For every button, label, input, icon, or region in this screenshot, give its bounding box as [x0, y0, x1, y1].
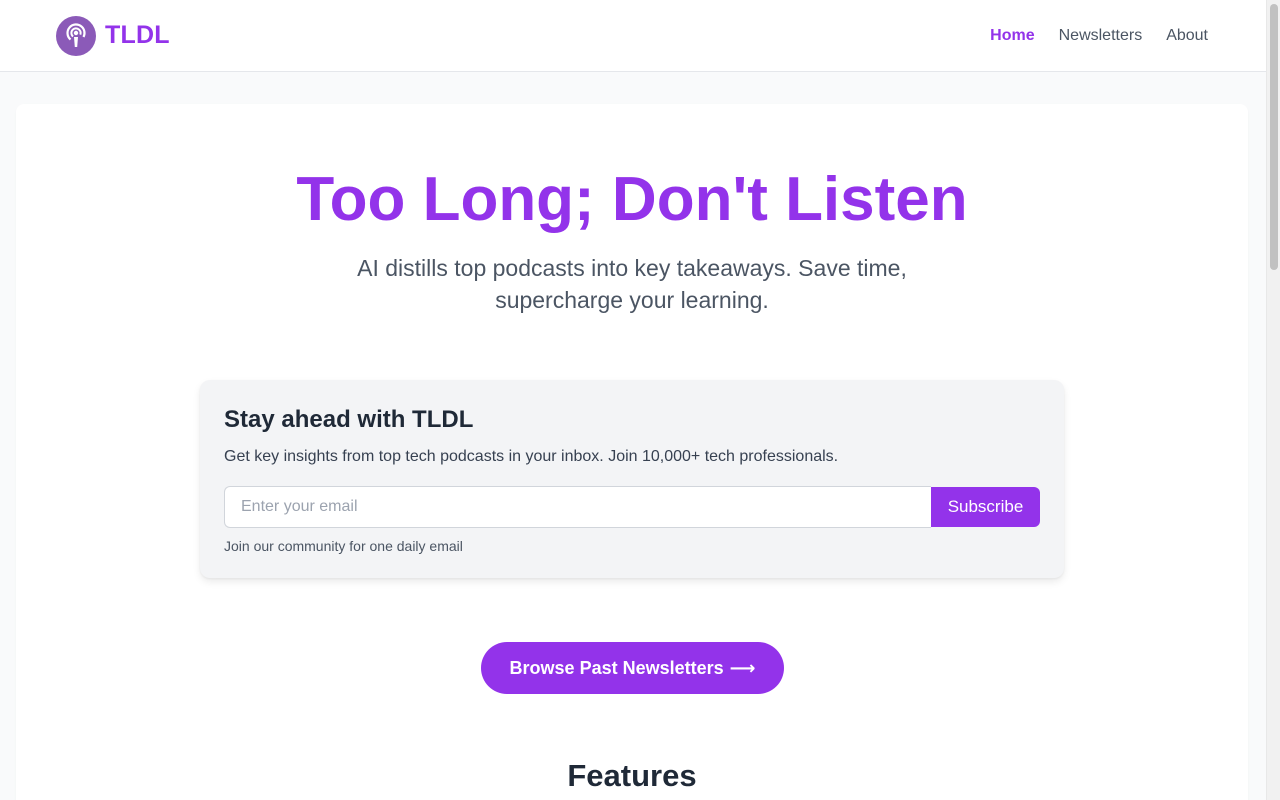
- main-nav: Home Newsletters About: [990, 27, 1208, 45]
- podcast-icon: [56, 15, 96, 56]
- nav-newsletters-link[interactable]: Newsletters: [1059, 27, 1143, 45]
- main-content: Too Long; Don't Listen AI distills top p…: [16, 104, 1248, 800]
- email-input[interactable]: [224, 486, 931, 528]
- nav-home-link[interactable]: Home: [990, 27, 1034, 45]
- browse-newsletters-button[interactable]: Browse Past Newsletters ⟶: [481, 642, 784, 694]
- subscribe-button[interactable]: Subscribe: [931, 487, 1040, 527]
- signup-form: Subscribe: [224, 486, 1040, 528]
- hero-subtitle-line-2: supercharge your learning.: [495, 287, 769, 313]
- page: TLDL Home Newsletters About Too Long; Do…: [0, 0, 1280, 800]
- nav-about-link[interactable]: About: [1166, 27, 1208, 45]
- hero-subtitle-line-1: AI distills top podcasts into key takeaw…: [357, 255, 907, 281]
- arrow-right-icon: ⟶: [729, 657, 756, 678]
- signup-description: Get key insights from top tech podcasts …: [224, 448, 839, 465]
- scrollbar-thumb[interactable]: [1270, 4, 1278, 270]
- brand[interactable]: TLDL: [56, 15, 170, 56]
- newsletter-signup-card: Stay ahead with TLDL Get key insights fr…: [200, 380, 1064, 578]
- browse-button-label: Browse Past Newsletters: [509, 657, 724, 678]
- hero-subtitle: AI distills top podcasts into key takeaw…: [16, 252, 1248, 316]
- signup-title: Stay ahead with TLDL: [224, 406, 474, 433]
- vertical-scrollbar[interactable]: [1266, 0, 1280, 800]
- features-heading: Features: [567, 758, 697, 793]
- signup-note: Join our community for one daily email: [224, 538, 463, 554]
- hero-title: Too Long; Don't Listen: [296, 165, 968, 234]
- site-header: TLDL Home Newsletters About: [0, 0, 1266, 72]
- brand-name: TLDL: [105, 21, 170, 49]
